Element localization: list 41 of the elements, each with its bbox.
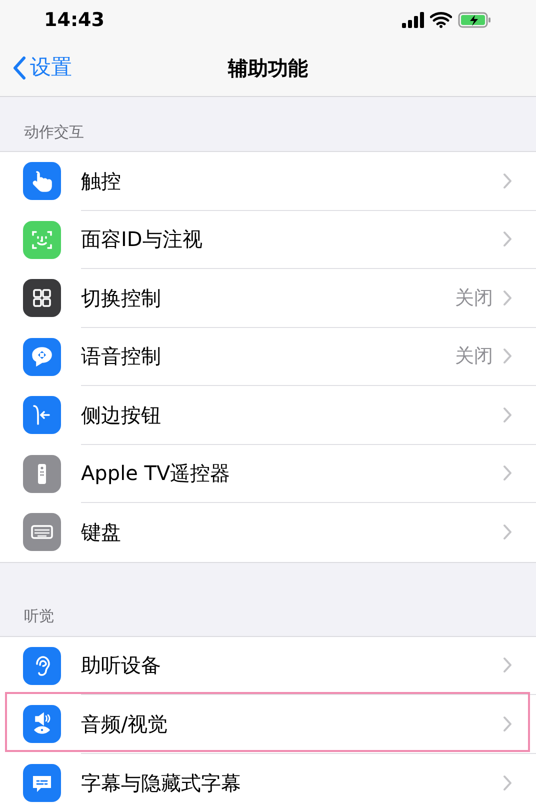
chevron-right-icon <box>503 406 512 423</box>
settings-row[interactable]: 侧边按钮 <box>0 386 536 444</box>
section-header: 动作交互 <box>24 122 84 142</box>
row-value: 关闭 <box>455 344 493 369</box>
chevron-right-icon <box>503 348 512 364</box>
row-value: 关闭 <box>455 286 493 310</box>
section-header: 听觉 <box>24 606 54 627</box>
settings-row[interactable]: 语音控制 关闭 <box>0 328 536 386</box>
settings-row[interactable]: 键盘 <box>0 503 536 562</box>
row-label: 助听设备 <box>81 652 161 680</box>
row-label: 音频/视觉 <box>81 710 168 738</box>
battery-icon <box>458 12 492 28</box>
chevron-right-icon <box>503 657 512 674</box>
settings-row[interactable]: 面容ID与注视 <box>0 210 536 269</box>
row-label: 键盘 <box>81 519 121 546</box>
chevron-right-icon <box>503 465 512 482</box>
back-button[interactable]: 设置 <box>12 52 72 84</box>
chevron-right-icon <box>503 290 512 306</box>
settings-row[interactable]: 音频/视觉 <box>0 695 536 754</box>
chevron-right-icon <box>503 172 512 189</box>
chevron-right-icon <box>503 231 512 248</box>
chevron-right-icon <box>503 524 512 540</box>
row-label: 面容ID与注视 <box>81 226 202 254</box>
signal-icon <box>402 12 424 28</box>
settings-row[interactable]: Apple TV遥控器 <box>0 444 536 503</box>
chevron-right-icon <box>503 716 512 732</box>
page-title: 辅助功能 <box>228 55 308 82</box>
chevron-right-icon <box>503 774 512 791</box>
row-label: Apple TV遥控器 <box>81 460 230 488</box>
row-label: 字幕与隐藏式字幕 <box>81 770 241 797</box>
row-label: 触控 <box>81 168 121 195</box>
settings-row[interactable]: 触控 <box>0 152 536 210</box>
settings-row[interactable]: 切换控制 关闭 <box>0 269 536 328</box>
chevron-left-icon <box>12 56 26 80</box>
wifi-icon <box>430 12 452 28</box>
status-time: 14:43 <box>44 8 104 33</box>
row-label: 侧边按钮 <box>81 402 161 429</box>
row-label: 语音控制 <box>81 343 161 370</box>
settings-row[interactable]: 字幕与隐藏式字幕 <box>0 754 536 803</box>
settings-row[interactable]: 助听设备 <box>0 636 536 695</box>
row-label: 切换控制 <box>81 284 161 312</box>
